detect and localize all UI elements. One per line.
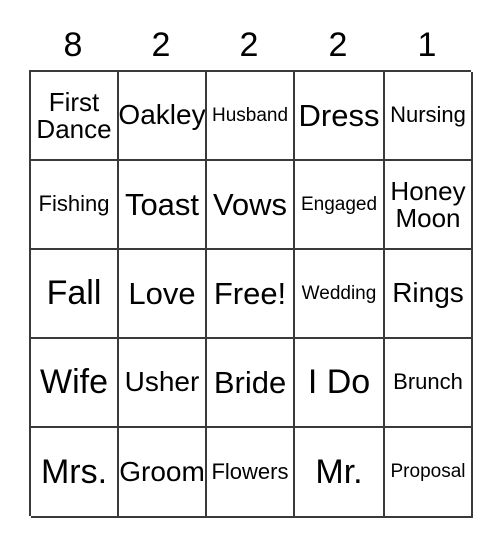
bingo-cell[interactable]: I Do bbox=[295, 339, 385, 428]
bingo-cell[interactable]: Usher bbox=[119, 339, 207, 428]
bingo-cell-label: Brunch bbox=[393, 369, 463, 395]
bingo-cell[interactable]: Engaged bbox=[295, 161, 385, 250]
bingo-cell-label: Groom bbox=[119, 455, 205, 487]
bingo-cell-label: Husband bbox=[211, 104, 289, 126]
bingo-cell[interactable]: Dress bbox=[295, 72, 385, 161]
bingo-cell[interactable]: Proposal bbox=[385, 428, 473, 518]
bingo-cell[interactable]: Wedding bbox=[295, 250, 385, 339]
bingo-cell[interactable]: Oakley bbox=[119, 72, 207, 161]
bingo-cell-label: Dress bbox=[298, 97, 380, 133]
bingo-cell[interactable]: Mr. bbox=[295, 428, 385, 518]
bingo-cell-free[interactable]: Free! bbox=[207, 250, 295, 339]
bingo-cell[interactable]: Brunch bbox=[385, 339, 473, 428]
bingo-cell[interactable]: Rings bbox=[385, 250, 473, 339]
column-number-3: 2 bbox=[328, 26, 348, 64]
bingo-cell-label: Love bbox=[128, 275, 196, 311]
column-number-0: 8 bbox=[63, 26, 83, 64]
bingo-cell-label: Fishing bbox=[38, 191, 110, 217]
bingo-cell-label: Engaged bbox=[300, 193, 378, 215]
bingo-cell-label: Bride bbox=[213, 364, 287, 400]
bingo-cell[interactable]: Honey Moon bbox=[385, 161, 473, 250]
bingo-cell[interactable]: Mrs. bbox=[31, 428, 119, 518]
bingo-card: 8 2 2 2 1 First Dance Oakley Husband Dre… bbox=[0, 0, 500, 544]
column-number-header: 8 2 2 2 1 bbox=[29, 20, 471, 70]
bingo-cell[interactable]: Flowers bbox=[207, 428, 295, 518]
bingo-cell[interactable]: Fishing bbox=[31, 161, 119, 250]
column-number-1: 2 bbox=[151, 26, 171, 64]
bingo-cell[interactable]: Wife bbox=[31, 339, 119, 428]
bingo-cell-label: Honey Moon bbox=[390, 175, 466, 233]
bingo-cell-label: Toast bbox=[124, 186, 200, 222]
bingo-cell[interactable]: Love bbox=[119, 250, 207, 339]
bingo-cell-label: First Dance bbox=[36, 86, 112, 144]
bingo-cell[interactable]: Toast bbox=[119, 161, 207, 250]
bingo-cell-label: Oakley bbox=[119, 99, 206, 131]
bingo-cell[interactable]: Husband bbox=[207, 72, 295, 161]
bingo-cell[interactable]: Bride bbox=[207, 339, 295, 428]
bingo-cell[interactable]: Vows bbox=[207, 161, 295, 250]
bingo-cell[interactable]: Groom bbox=[119, 428, 207, 518]
bingo-cell-label: Proposal bbox=[390, 461, 466, 483]
column-number-4: 1 bbox=[417, 26, 437, 64]
bingo-cell-label: Mrs. bbox=[40, 452, 108, 491]
bingo-cell-label: Mr. bbox=[315, 452, 363, 491]
bingo-cell[interactable]: Nursing bbox=[385, 72, 473, 161]
bingo-grid: First Dance Oakley Husband Dress Nursing… bbox=[29, 70, 473, 518]
bingo-cell[interactable]: Fall bbox=[31, 250, 119, 339]
bingo-cell[interactable]: First Dance bbox=[31, 72, 119, 161]
column-number-2: 2 bbox=[239, 26, 259, 64]
bingo-cell-label: I Do bbox=[307, 363, 371, 402]
bingo-cell-label: Fall bbox=[46, 274, 102, 313]
bingo-cell-label: Free! bbox=[213, 275, 287, 311]
bingo-cell-label: Wife bbox=[40, 363, 108, 402]
bingo-cell-label: Nursing bbox=[390, 102, 466, 128]
bingo-cell-label: Usher bbox=[124, 366, 200, 398]
bingo-cell-label: Wedding bbox=[301, 282, 377, 304]
bingo-cell-label: Rings bbox=[392, 277, 464, 309]
bingo-cell-label: Vows bbox=[212, 186, 288, 222]
bingo-cell-label: Flowers bbox=[211, 458, 289, 484]
